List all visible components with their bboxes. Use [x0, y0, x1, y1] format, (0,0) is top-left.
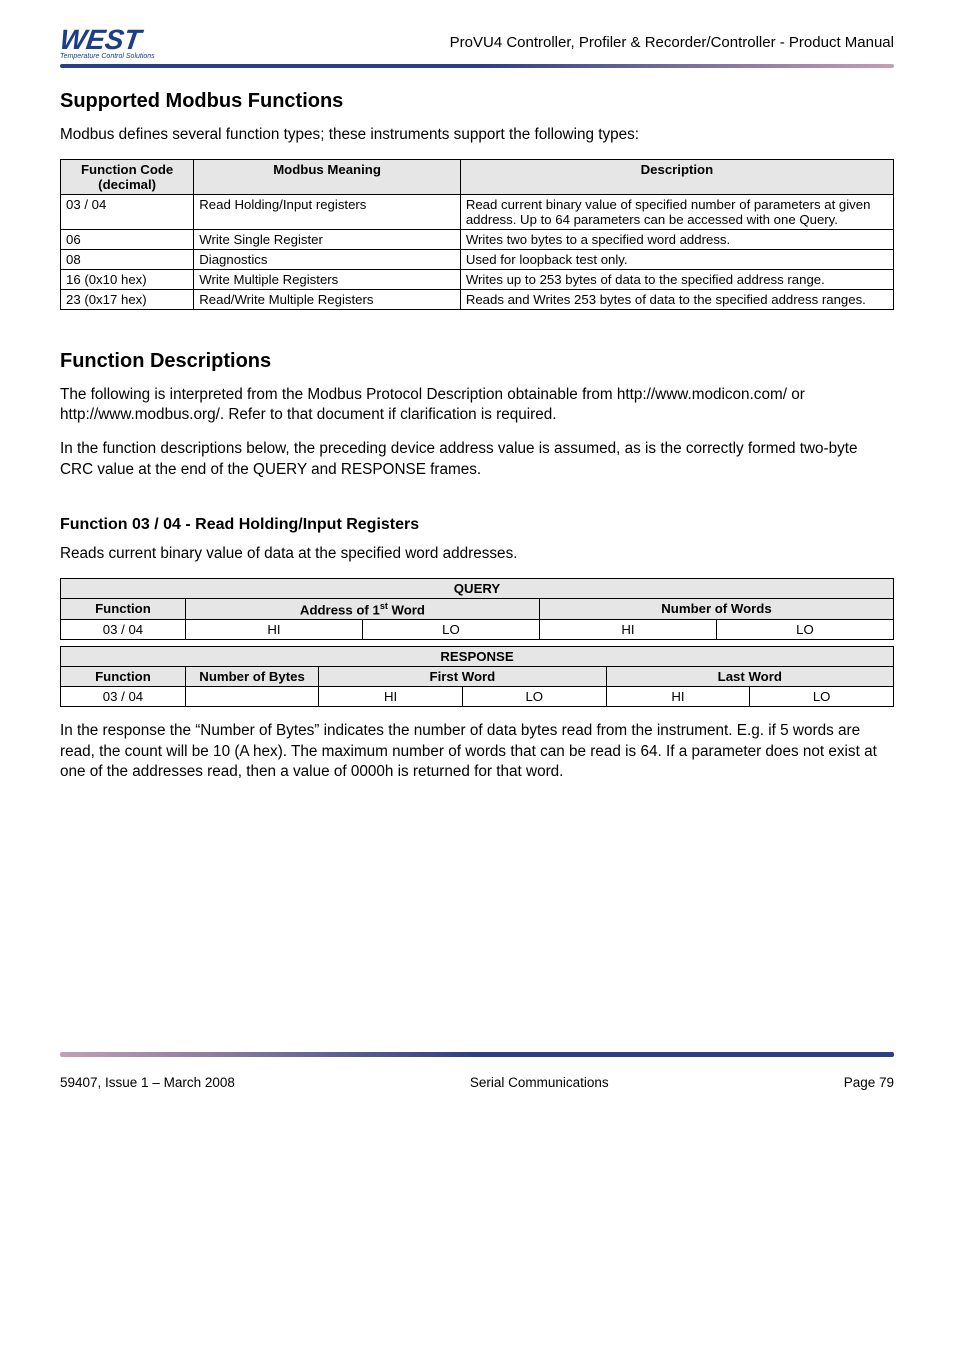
- table-row: 08 Diagnostics Used for loopback test on…: [61, 249, 894, 269]
- response-col-bytes: Number of Bytes: [185, 667, 318, 687]
- cell: Write Single Register: [194, 229, 461, 249]
- header-rule: [60, 64, 894, 68]
- cell: LO: [362, 620, 539, 640]
- col-description: Description: [460, 159, 893, 194]
- cell: [185, 687, 318, 707]
- logo-block: WEST Temperature Control Solutions: [60, 28, 155, 60]
- cell: Writes two bytes to a specified word add…: [460, 229, 893, 249]
- cell: LO: [716, 620, 893, 640]
- cell: Reads and Writes 253 bytes of data to th…: [460, 289, 893, 309]
- cell: LO: [750, 687, 894, 707]
- modbus-functions-table: Function Code (decimal) Modbus Meaning D…: [60, 159, 894, 310]
- query-table: QUERY Function Address of 1st Word Numbe…: [60, 578, 894, 640]
- cell: LO: [462, 687, 606, 707]
- table-row: 06 Write Single Register Writes two byte…: [61, 229, 894, 249]
- query-title: QUERY: [61, 578, 894, 598]
- function-descriptions-para1: The following is interpreted from the Mo…: [60, 385, 894, 425]
- footer-right: Page 79: [844, 1075, 894, 1090]
- table-row: 16 (0x10 hex) Write Multiple Registers W…: [61, 269, 894, 289]
- cell: 03 / 04: [61, 194, 194, 229]
- response-col-function: Function: [61, 667, 186, 687]
- footer-center: Serial Communications: [470, 1075, 609, 1090]
- function-03-04-outro: In the response the “Number of Bytes” in…: [60, 721, 894, 782]
- query-header-row: Function Address of 1st Word Number of W…: [61, 598, 894, 619]
- function-03-04-title: Function 03 / 04 - Read Holding/Input Re…: [60, 516, 894, 534]
- cell: 06: [61, 229, 194, 249]
- query-col-address: Address of 1st Word: [185, 598, 539, 619]
- document-title: ProVU4 Controller, Profiler & Recorder/C…: [450, 28, 894, 51]
- query-col-numwords: Number of Words: [539, 598, 893, 619]
- section-supported-modbus-intro: Modbus defines several function types; t…: [60, 125, 894, 145]
- table-row: 23 (0x17 hex) Read/Write Multiple Regist…: [61, 289, 894, 309]
- table-row: 03 / 04 Read Holding/Input registers Rea…: [61, 194, 894, 229]
- page-header: WEST Temperature Control Solutions ProVU…: [60, 28, 894, 60]
- cell: Write Multiple Registers: [194, 269, 461, 289]
- section-function-descriptions-title: Function Descriptions: [60, 350, 894, 373]
- page: WEST Temperature Control Solutions ProVU…: [0, 0, 954, 1130]
- response-title: RESPONSE: [61, 647, 894, 667]
- response-data-row: 03 / 04 HI LO HI LO: [61, 687, 894, 707]
- cell: 03 / 04: [61, 687, 186, 707]
- cell: Writes up to 253 bytes of data to the sp…: [460, 269, 893, 289]
- cell: HI: [539, 620, 716, 640]
- footer-left: 59407, Issue 1 – March 2008: [60, 1075, 235, 1090]
- cell: 16 (0x10 hex): [61, 269, 194, 289]
- response-header-row: Function Number of Bytes First Word Last…: [61, 667, 894, 687]
- table-header-row: Function Code (decimal) Modbus Meaning D…: [61, 159, 894, 194]
- cell: HI: [319, 687, 463, 707]
- cell: Read/Write Multiple Registers: [194, 289, 461, 309]
- cell: Read current binary value of specified n…: [460, 194, 893, 229]
- response-col-lastword: Last Word: [606, 667, 893, 687]
- cell: HI: [606, 687, 750, 707]
- section-supported-modbus-title: Supported Modbus Functions: [60, 90, 894, 113]
- query-data-row: 03 / 04 HI LO HI LO: [61, 620, 894, 640]
- footer-rule: [60, 1052, 894, 1057]
- cell: 08: [61, 249, 194, 269]
- logo-text: WEST: [58, 28, 142, 52]
- function-03-04-intro: Reads current binary value of data at th…: [60, 544, 894, 564]
- query-col-function: Function: [61, 598, 186, 619]
- response-table: RESPONSE Function Number of Bytes First …: [60, 646, 894, 707]
- cell: Used for loopback test only.: [460, 249, 893, 269]
- cell: HI: [185, 620, 362, 640]
- cell: Read Holding/Input registers: [194, 194, 461, 229]
- col-modbus-meaning: Modbus Meaning: [194, 159, 461, 194]
- cell: Diagnostics: [194, 249, 461, 269]
- cell: 23 (0x17 hex): [61, 289, 194, 309]
- cell: 03 / 04: [61, 620, 186, 640]
- query-title-row: QUERY: [61, 578, 894, 598]
- page-footer: 59407, Issue 1 – March 2008 Serial Commu…: [60, 1075, 894, 1090]
- col-function-code: Function Code (decimal): [61, 159, 194, 194]
- response-col-firstword: First Word: [319, 667, 606, 687]
- response-title-row: RESPONSE: [61, 647, 894, 667]
- function-descriptions-para2: In the function descriptions below, the …: [60, 439, 894, 479]
